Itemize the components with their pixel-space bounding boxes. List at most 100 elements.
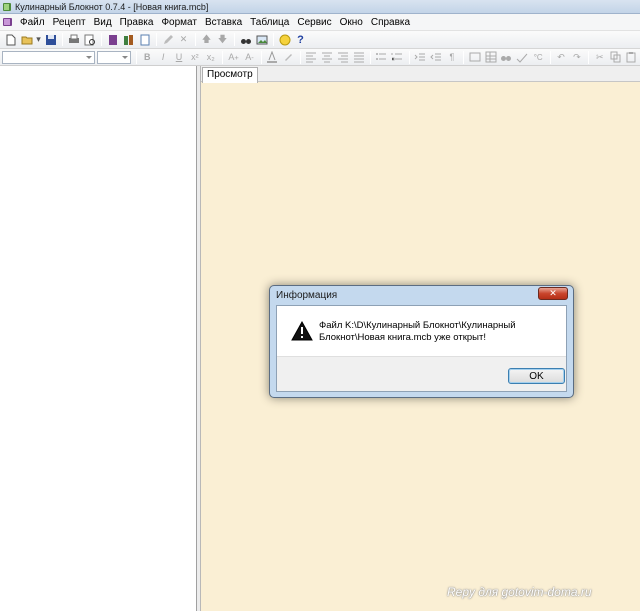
dialog-close-button[interactable]: ✕ (538, 287, 568, 300)
ok-button[interactable]: OK (508, 368, 565, 384)
copy-button[interactable] (608, 50, 623, 65)
subscript-button[interactable]: x₂ (203, 50, 218, 65)
delete-button[interactable]: ✕ (176, 32, 191, 47)
undo-button[interactable]: ↶ (554, 50, 569, 65)
main-toolbar: ▾ ✕ 🡅 🡇 ? (0, 31, 640, 49)
paragraph-button[interactable]: ¶ (444, 50, 459, 65)
numbered-list-icon (391, 53, 403, 61)
move-up-button[interactable]: 🡅 (199, 32, 214, 47)
print-button[interactable] (66, 32, 81, 47)
dialog-message-area: Файл K:\D\Кулинарный Блокнот\Кулинарный … (277, 306, 566, 356)
new-file-button[interactable] (3, 32, 18, 47)
help-button[interactable]: ? (293, 32, 308, 47)
chevron-down-icon (121, 55, 128, 59)
open-dropdown-button[interactable]: ▾ (35, 32, 42, 47)
folder-open-icon (21, 36, 32, 44)
menu-file[interactable]: Файл (16, 14, 49, 31)
font-name-combo[interactable] (2, 50, 96, 64)
bold-button[interactable]: B (140, 50, 155, 65)
menu-view[interactable]: Вид (90, 14, 116, 31)
menu-edit[interactable]: Правка (116, 14, 158, 31)
dialog-footer: OK (277, 356, 566, 391)
align-left-icon (306, 52, 317, 63)
toolbar-separator (156, 33, 157, 46)
temperature-button[interactable]: °C (531, 50, 546, 65)
menu-recipe[interactable]: Рецепт (49, 14, 90, 31)
edit-button[interactable] (160, 32, 175, 47)
align-right-button[interactable] (335, 50, 350, 65)
cut-button[interactable]: ✂ (592, 50, 607, 65)
underline-button[interactable]: U (172, 50, 187, 65)
printer-icon (68, 34, 79, 43)
align-center-icon (321, 52, 332, 63)
align-left-button[interactable] (304, 50, 319, 65)
image-button[interactable] (254, 32, 269, 47)
align-justify-button[interactable] (351, 50, 366, 65)
font-size-combo[interactable] (97, 50, 131, 64)
redo-button[interactable]: ↷ (569, 50, 584, 65)
book-button[interactable] (105, 32, 120, 47)
paste-button[interactable] (624, 50, 639, 65)
move-down-button[interactable]: 🡇 (215, 32, 230, 47)
pencil-icon (163, 34, 173, 44)
highlighter-icon (285, 54, 293, 61)
binoculars-icon (501, 56, 512, 61)
dialog-message: Файл K:\D\Кулинарный Блокнот\Кулинарный … (319, 320, 516, 343)
highlight-button[interactable] (281, 50, 296, 65)
indent-icon (414, 53, 426, 61)
insert-image-button[interactable] (467, 50, 482, 65)
print-preview-button[interactable] (82, 32, 97, 47)
toolbar-separator (195, 33, 196, 46)
increase-font-button[interactable]: A + (226, 50, 241, 65)
books-icon (123, 34, 133, 45)
find-text-button[interactable] (499, 50, 514, 65)
menu-bar: Файл Рецепт Вид Правка Формат Вставка Та… (0, 14, 640, 31)
menu-insert[interactable]: Вставка (201, 14, 246, 31)
indent-button[interactable] (413, 50, 428, 65)
document-icon (140, 34, 149, 45)
numbered-list-button[interactable] (390, 50, 405, 65)
format-toolbar: B I U x² x₂ A + A- ¶ °C ↶ ↷ ✂ (0, 49, 640, 66)
toolbar-separator (234, 33, 235, 46)
menu-format[interactable]: Формат (157, 14, 201, 31)
spellcheck-icon (516, 53, 528, 63)
font-color-icon (267, 51, 278, 63)
floppy-disk-icon (45, 34, 56, 45)
toolbar-separator (408, 50, 410, 64)
spellcheck-button[interactable] (515, 50, 530, 65)
print-preview-icon (84, 34, 95, 45)
image-icon (469, 52, 481, 62)
outdent-button[interactable] (429, 50, 444, 65)
open-button[interactable] (19, 32, 34, 47)
dialog-body: Файл K:\D\Кулинарный Блокнот\Кулинарный … (276, 305, 567, 392)
toolbar-separator (273, 33, 274, 46)
new-file-icon (6, 34, 15, 45)
italic-button[interactable]: I (156, 50, 171, 65)
recipe-tree-pane[interactable] (0, 66, 197, 611)
menu-window[interactable]: Окно (336, 14, 367, 31)
superscript-button[interactable]: x² (187, 50, 202, 65)
save-button[interactable] (43, 32, 58, 47)
menu-service[interactable]: Сервис (293, 14, 335, 31)
font-color-button[interactable] (265, 50, 280, 65)
find-button[interactable] (238, 32, 253, 47)
align-justify-icon (353, 52, 364, 63)
books-button[interactable] (121, 32, 136, 47)
tab-preview[interactable]: Просмотр (202, 67, 258, 83)
menu-help[interactable]: Справка (367, 14, 414, 31)
menu-table[interactable]: Таблица (246, 14, 293, 31)
document-button[interactable] (137, 32, 152, 47)
bullet-list-button[interactable] (374, 50, 389, 65)
smiley-button[interactable] (277, 32, 292, 47)
decrease-font-button[interactable]: A- (242, 50, 257, 65)
insert-table-button[interactable] (483, 50, 498, 65)
close-icon: ✕ (549, 288, 557, 298)
watermark: Repy для gotovim-doma.ru (447, 585, 592, 599)
window-titlebar: Кулинарный Блокнот 0.7.4 - [Новая книга.… (0, 0, 640, 14)
binoculars-icon (240, 38, 251, 44)
smiley-icon (279, 34, 290, 45)
toolbar-separator (588, 50, 590, 64)
align-center-button[interactable] (319, 50, 334, 65)
table-icon (485, 51, 497, 63)
app-menu-book-icon[interactable] (2, 16, 14, 28)
